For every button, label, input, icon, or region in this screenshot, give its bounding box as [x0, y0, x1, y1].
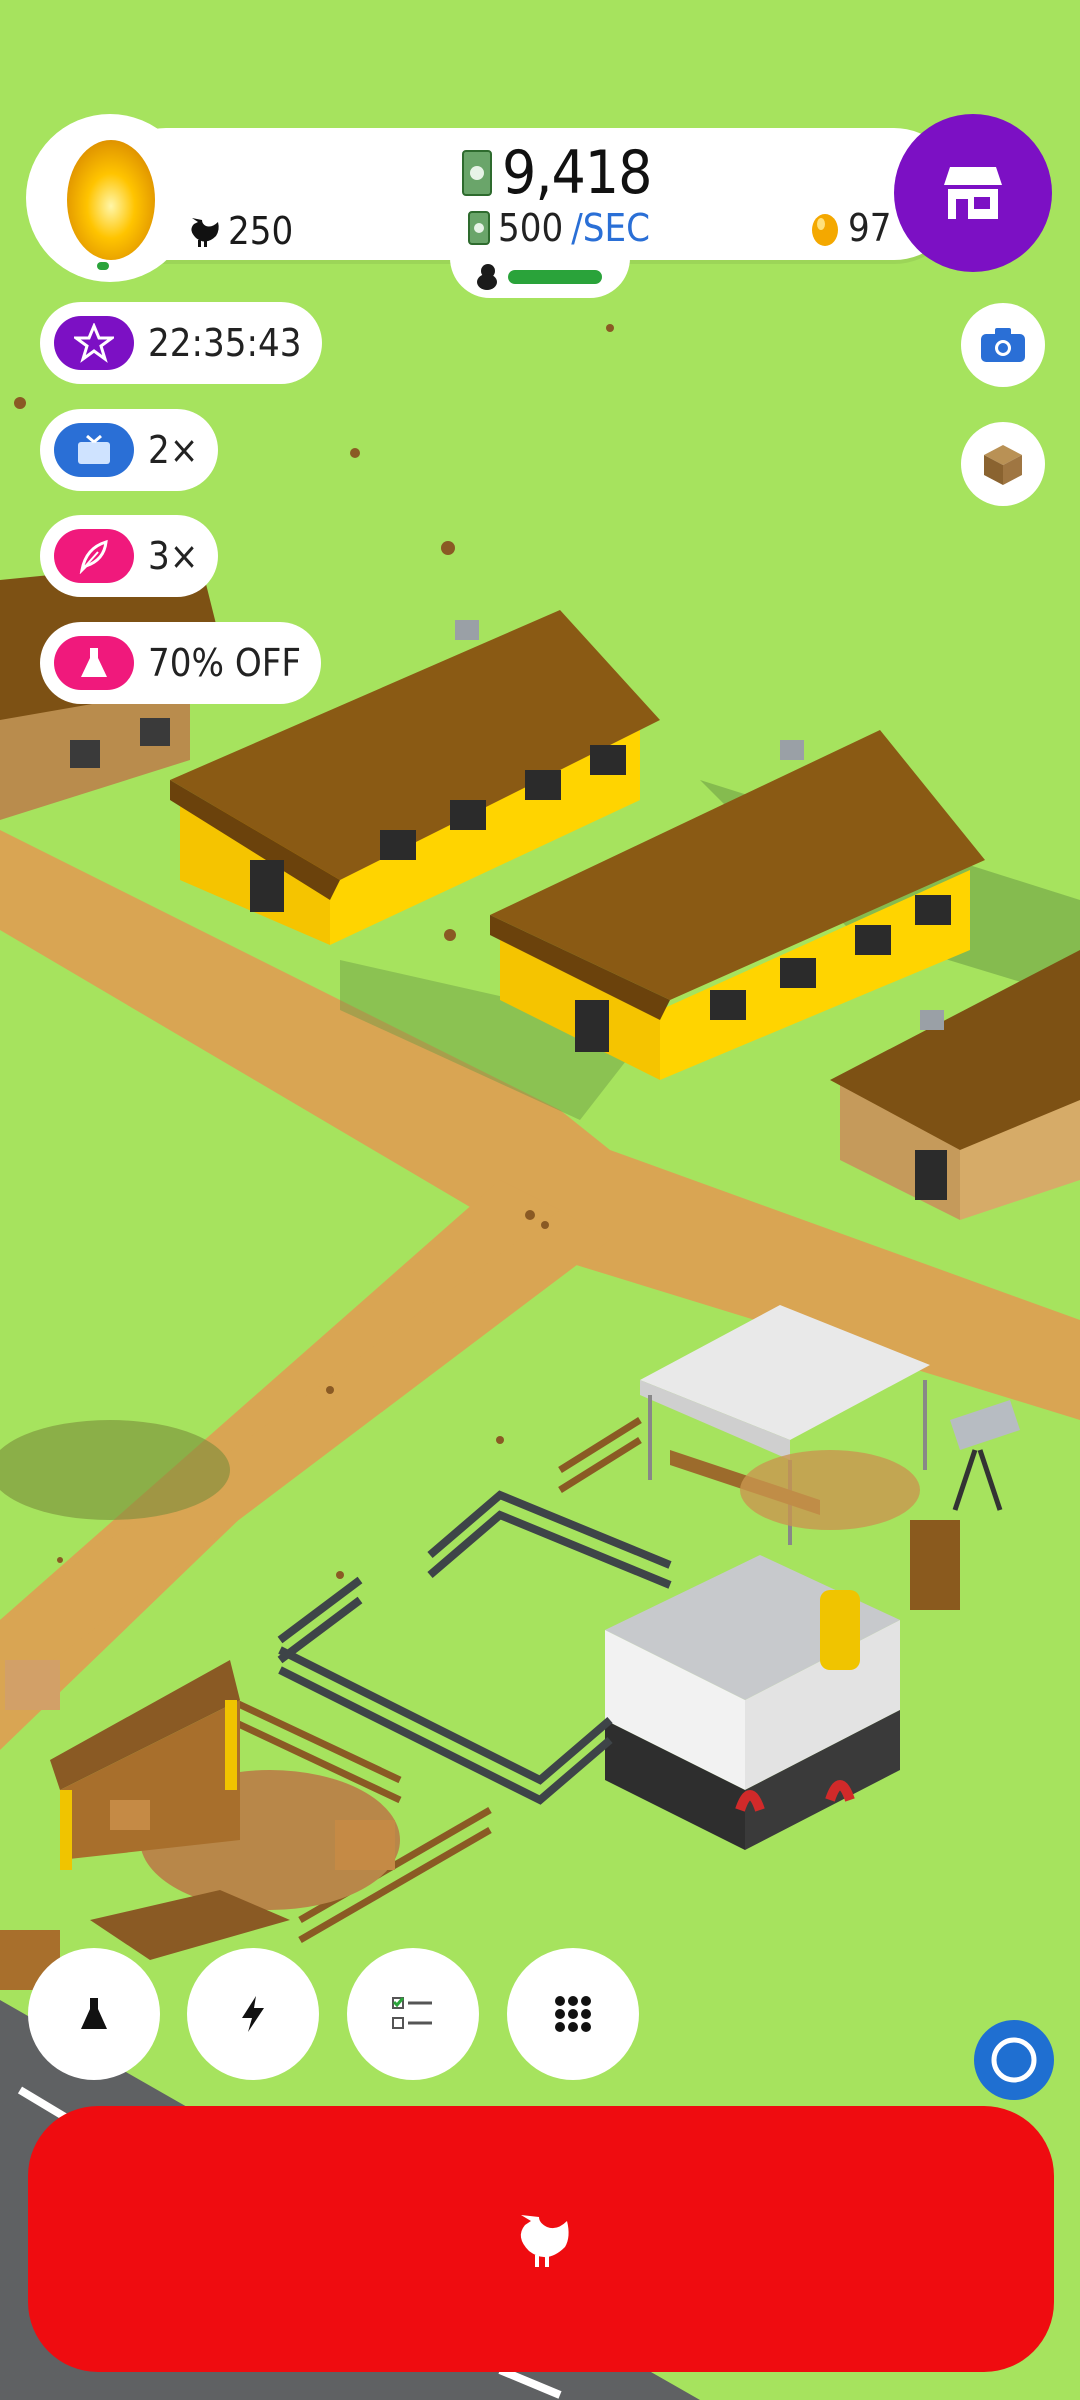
boost-label: 3×: [148, 534, 199, 578]
rate-value: 500: [498, 206, 564, 250]
golden-eggs[interactable]: 97: [810, 206, 892, 250]
chicken-icon: [520, 2215, 569, 2267]
boost-research-sale[interactable]: 70% OFF: [40, 622, 322, 704]
hatch-chicken-button[interactable]: [28, 2106, 1054, 2372]
camera-button[interactable]: [961, 303, 1045, 387]
shop-icon: [944, 167, 1002, 219]
chick-icon: [477, 264, 497, 290]
boost-feather-multiplier[interactable]: 3×: [40, 515, 219, 597]
boost-label: 70% OFF: [148, 641, 302, 685]
missions-button[interactable]: [347, 1948, 479, 2080]
cash-icon: [462, 150, 492, 196]
golden-eggs-value: 97: [848, 206, 892, 250]
boost-label: 2×: [148, 428, 199, 472]
boost-label: 22:35:43: [148, 321, 302, 365]
lightning-icon: [242, 1996, 264, 2032]
box-icon: [984, 445, 1022, 485]
tv-icon: [54, 423, 134, 477]
circle-icon: [991, 2037, 1037, 2083]
cash-amount: 9,418: [502, 138, 652, 208]
feather-icon: [54, 529, 134, 583]
rate-unit: /SEC: [571, 206, 650, 250]
camera-icon: [981, 328, 1025, 362]
chicken-count: 250: [184, 204, 293, 258]
shop-button[interactable]: [894, 114, 1052, 272]
checklist-icon: [392, 1997, 432, 2029]
flask-icon: [81, 1998, 107, 2029]
grid-icon: [555, 1996, 591, 2032]
boost-event-timer[interactable]: 22:35:43: [40, 302, 322, 384]
research-button[interactable]: [28, 1948, 160, 2080]
chicken-count-value: 250: [228, 209, 294, 253]
cash-display: 9,418: [462, 138, 652, 208]
star-icon: [54, 316, 134, 370]
golden-egg-icon: [812, 214, 838, 246]
hab-capacity-bar: [508, 270, 602, 284]
flask-icon: [54, 636, 134, 690]
menu-button[interactable]: [507, 1948, 639, 2080]
assistive-button[interactable]: [974, 2020, 1054, 2100]
cash-icon: [468, 211, 490, 245]
chicken-icon: [191, 218, 219, 247]
boost-video-multiplier[interactable]: 2×: [40, 409, 219, 491]
earning-rate: 500/SEC: [468, 206, 650, 250]
egg-icon: [67, 140, 155, 260]
egg-indicator: [97, 262, 109, 270]
boosts-button[interactable]: [187, 1948, 319, 2080]
package-button[interactable]: [961, 422, 1045, 506]
